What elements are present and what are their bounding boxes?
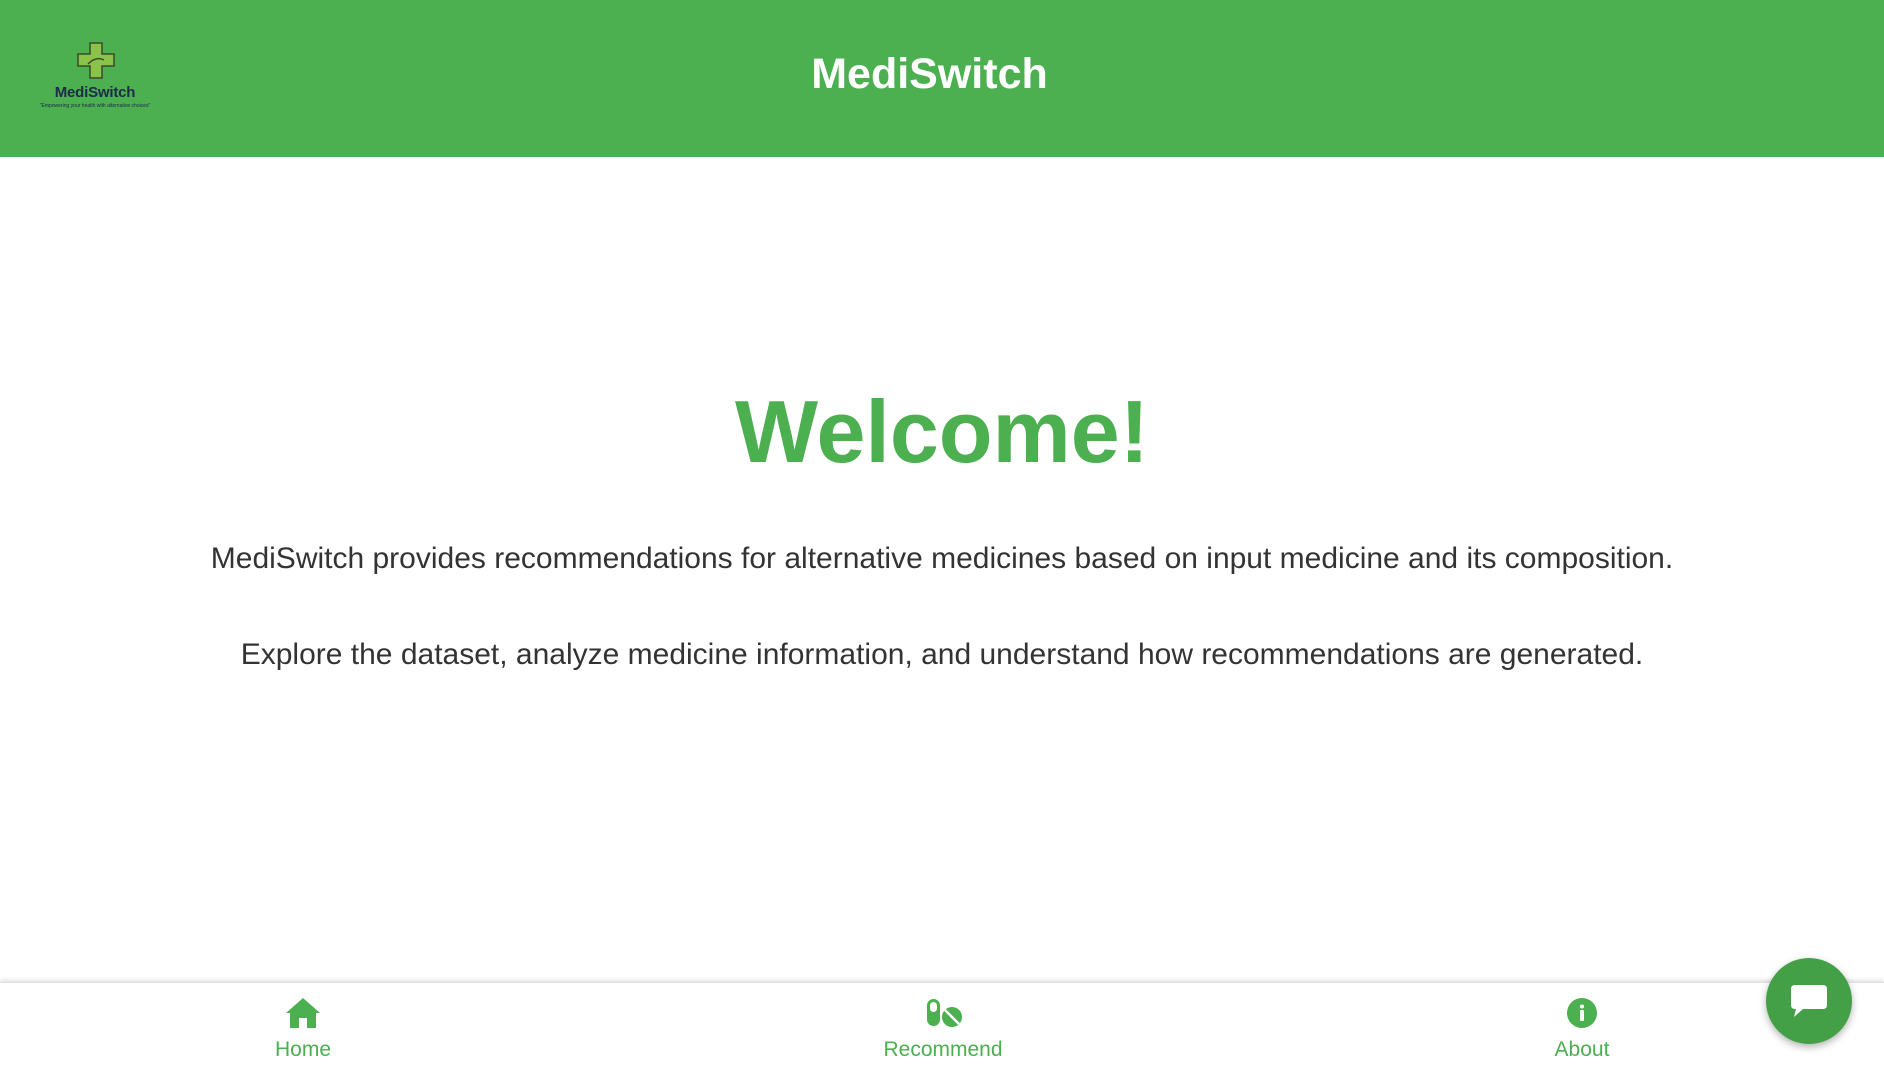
welcome-heading: Welcome! [734,382,1150,481]
main-content: Welcome! MediSwitch provides recommendat… [0,157,1884,982]
home-icon [286,998,320,1028]
nav-label-about: About [1554,1038,1610,1061]
info-icon [1567,998,1597,1028]
nav-item-home[interactable]: Home [203,983,403,1072]
logo-tagline: "Empowering your health with alternative… [39,103,151,109]
nav-item-recommend[interactable]: Recommend [843,983,1043,1072]
bottom-navigation: Home Recommend About [0,982,1884,1072]
chat-bubble-icon [1791,985,1827,1017]
description-paragraph: Explore the dataset, analyze medicine in… [240,638,1644,671]
nav-item-about[interactable]: About [1482,983,1682,1072]
chat-button[interactable] [1766,958,1852,1044]
description-paragraph: MediSwitch provides recommendations for … [210,542,1674,575]
nav-label-recommend: Recommend [883,1038,1003,1061]
app-title: MediSwitch [811,50,1048,98]
app-header: MediSwitch "Empowering your health with … [0,0,1884,157]
pills-icon [927,999,962,1027]
nav-label-home: Home [274,1038,332,1061]
